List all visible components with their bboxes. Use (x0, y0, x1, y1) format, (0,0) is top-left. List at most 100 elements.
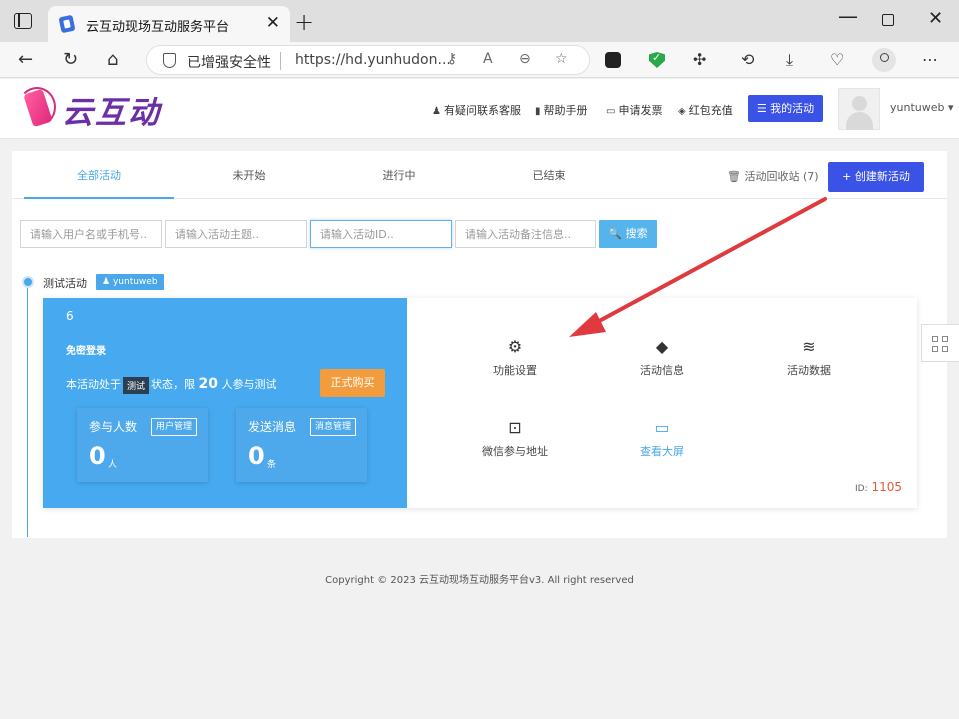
profile-avatar-icon[interactable] (872, 48, 896, 72)
participants-value: 0 (89, 442, 106, 470)
status-tabs: 全部活动 未开始 进行中 已结束 🗑 活动回收站 (7) + 创建新活动 (12, 151, 947, 199)
browser-essentials-icon[interactable]: ♡ (830, 50, 844, 69)
function-settings-label: 功能设置 (493, 364, 537, 377)
tab-in-progress[interactable]: 进行中 (324, 167, 474, 183)
puzzle-icon[interactable]: ✣ (693, 50, 706, 69)
messages-value: 0 (248, 442, 265, 470)
my-activities-button[interactable]: ☰ 我的活动 (748, 95, 823, 122)
maximize-button[interactable] (882, 14, 894, 26)
gear-icon: ⚙ (507, 337, 523, 356)
zoom-out-icon[interactable]: ⊖ (519, 51, 531, 67)
participant-limit: 20 (198, 376, 218, 392)
wechat-join-url-label: 微信参与地址 (482, 445, 548, 458)
activity-id-input[interactable] (310, 220, 452, 248)
activity-data-label: 活动数据 (787, 364, 831, 377)
logo-text[interactable]: 云互动 (62, 87, 161, 132)
adblock-shield-icon[interactable] (649, 52, 665, 68)
printer-icon: ▭ (606, 106, 616, 117)
home-icon[interactable]: ⌂ (107, 48, 118, 72)
note-input[interactable] (455, 220, 596, 248)
logo-icon[interactable] (18, 85, 56, 131)
help-manual-link[interactable]: ▮ 帮助手册 (535, 102, 588, 118)
activity-number: 6 (66, 309, 74, 323)
username-phone-input[interactable] (20, 220, 162, 248)
help-manual-label: 帮助手册 (543, 104, 588, 117)
buy-formal-button[interactable]: 正式购买 (320, 369, 385, 397)
function-settings-button[interactable]: ⚙ 功能设置 (460, 336, 570, 378)
redpacket-recharge-link[interactable]: ◈ 红包充值 (678, 102, 733, 118)
tab-ended[interactable]: 已结束 (474, 167, 624, 183)
redpacket-recharge-label: 红包充值 (688, 104, 733, 117)
user-management-button[interactable]: 用户管理 (150, 418, 197, 436)
search-button[interactable]: 🔍 搜索 (599, 220, 657, 248)
tab-not-started[interactable]: 未开始 (174, 167, 324, 183)
book-icon: ▮ (535, 106, 541, 117)
security-label: 已增强安全性 (187, 55, 271, 71)
new-tab-button[interactable]: + (294, 10, 314, 34)
activity-info-button[interactable]: ◆ 活动信息 (607, 336, 717, 378)
status-prefix: 本活动处于 (66, 378, 121, 391)
owner-badge: ♟ yuntuweb (96, 274, 164, 290)
messages-unit: 条 (267, 460, 277, 470)
site-favicon-icon (58, 14, 76, 34)
close-tab-icon[interactable]: ✕ (266, 13, 280, 33)
login-mode: 免密登录 (66, 346, 106, 357)
extension-icon[interactable] (605, 52, 621, 68)
status-text: 本活动处于 测试 状态，限 20 人参与测试 (66, 376, 277, 394)
activity-name[interactable]: 测试活动 (43, 275, 87, 291)
activity-id: ID: 1105 (855, 480, 902, 494)
messages-stat: 发送消息 消息管理 0 条 (236, 408, 367, 482)
site-header: 云互动 ♟ 有疑问联系客服 ▮ 帮助手册 ▭ 申请发票 ◈ 红包充值 ☰ 我的活动 yu… (0, 79, 959, 139)
activity-id-value: 1105 (871, 480, 902, 494)
activity-card: 6 免密登录 本活动处于 测试 状态，限 20 人参与测试 正式购买 参与人数 用户… (43, 298, 917, 508)
invoice-link[interactable]: ▭ 申请发票 (606, 102, 662, 118)
scan-icon: ⊡ (508, 418, 522, 437)
history-icon[interactable]: ⟲ (741, 50, 754, 69)
back-icon[interactable]: ← (18, 48, 33, 72)
close-window-button[interactable]: ✕ (928, 8, 943, 29)
view-big-screen-link[interactable]: ▭ 查看大屏 (607, 417, 717, 459)
messages-label: 发送消息 (248, 420, 297, 434)
tag-icon: ◆ (655, 337, 669, 356)
url-text[interactable]: https://hd.yunhudon... (295, 52, 451, 68)
more-icon[interactable]: ⋯ (922, 50, 938, 69)
participants-unit: 人 (108, 460, 118, 470)
recycle-bin-link[interactable]: 🗑 活动回收站 (7) (727, 168, 819, 184)
message-management-button[interactable]: 消息管理 (309, 418, 356, 436)
tab-actions-icon[interactable] (14, 13, 32, 29)
create-activity-button[interactable]: + 创建新活动 (828, 162, 924, 192)
activity-id-label: ID: (855, 484, 868, 494)
activity-info-label: 活动信息 (640, 364, 684, 377)
laptop-icon: ▭ (654, 418, 670, 437)
favorite-add-icon[interactable]: ☆ (555, 51, 568, 67)
shield-check-icon: ◈ (678, 106, 686, 117)
refresh-icon[interactable]: ↻ (63, 48, 78, 72)
avatar[interactable] (838, 88, 880, 130)
footer-copyright: Copyright © 2023 云互动现场互动服务平台v3. All righ… (325, 575, 634, 586)
contact-support-link[interactable]: ♟ 有疑问联系客服 (432, 102, 521, 118)
activity-summary: 6 免密登录 本活动处于 测试 状态，限 20 人参与测试 正式购买 参与人数 用户… (43, 298, 407, 508)
tab-title: 云互动现场互动服务平台 (86, 20, 230, 35)
theme-input[interactable] (165, 220, 307, 248)
active-tab-indicator (24, 197, 174, 199)
key-icon[interactable]: ⚷ (447, 51, 457, 67)
browser-tab[interactable]: 云互动现场互动服务平台 ✕ (48, 6, 290, 42)
download-icon[interactable]: ⤓ (786, 50, 793, 70)
activity-data-button[interactable]: ≋ 活动数据 (754, 336, 864, 378)
shield-icon (163, 53, 176, 68)
view-big-screen-label: 查看大屏 (640, 445, 684, 458)
participants-stat: 参与人数 用户管理 0 人 (77, 408, 208, 482)
tab-all[interactable]: 全部活动 (24, 167, 174, 183)
qr-code-icon[interactable] (921, 324, 959, 362)
contact-support-label: 有疑问联系客服 (443, 104, 521, 117)
user-icon: ♟ (102, 277, 111, 287)
invoice-label: 申请发票 (618, 104, 663, 117)
read-aloud-icon[interactable]: A (483, 51, 493, 67)
timeline-dot (22, 276, 34, 288)
browser-tab-bar: 云互动现场互动服务平台 ✕ + — ✕ (0, 0, 959, 42)
address-bar[interactable]: 已增强安全性 https://hd.yunhudon... ⚷ A ⊖ ☆ (146, 45, 590, 75)
user-menu[interactable]: yuntuweb ▾ (890, 101, 954, 114)
wechat-join-url-button[interactable]: ⊡ 微信参与地址 (460, 417, 570, 459)
person-plus-icon: ♟ (432, 106, 441, 117)
minimize-button[interactable]: — (838, 4, 858, 28)
